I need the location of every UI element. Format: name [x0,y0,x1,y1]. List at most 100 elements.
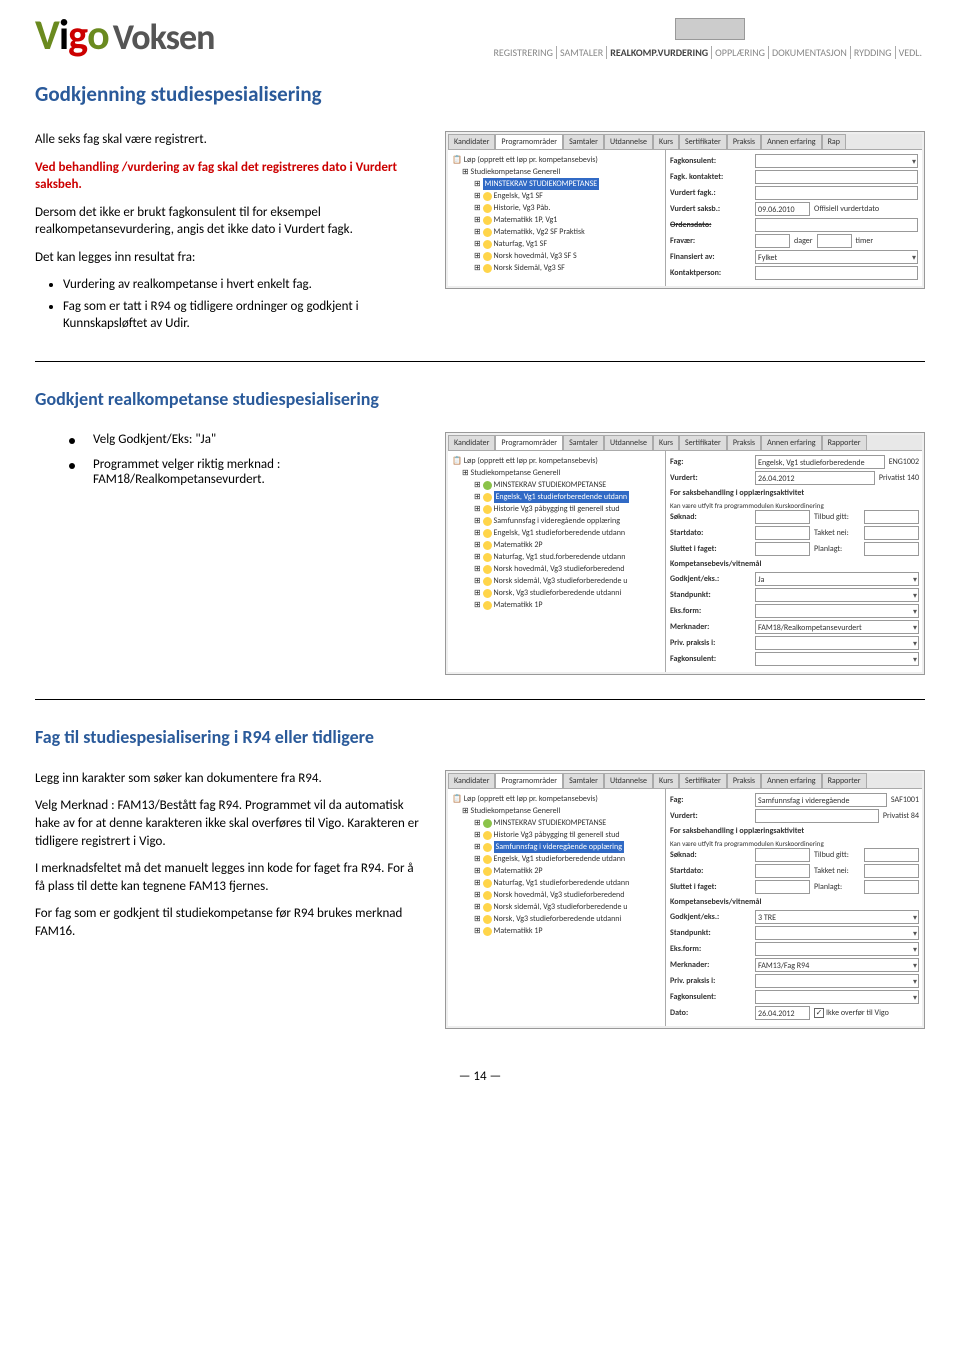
form-field[interactable] [755,604,919,618]
tab-utdannelse[interactable]: Utdannelse [604,773,653,788]
s1-p3: Dersom det ikke er brukt fagkonsulent ti… [35,204,425,239]
tab-praksis[interactable]: Praksis [727,134,761,149]
form-field[interactable]: FAM18/Realkompetansevurdert [755,620,919,634]
logo-voksen: Voksen [113,15,215,59]
tab-samtaler[interactable]: Samtaler [563,773,604,788]
breadcrumb-item: REALKOMP.VURDERING [607,46,712,59]
tab-programområder[interactable]: Programområder [495,773,563,788]
form-field[interactable] [755,926,919,940]
tab-sertifikater[interactable]: Sertifikater [679,435,727,450]
tree-root[interactable]: 📋 Løp (opprett ett løp pr. kompetansebev… [452,455,661,467]
tab-annen erfaring[interactable]: Annen erfaring [761,773,822,788]
breadcrumb-item: RYDDING [851,46,896,59]
tree-node[interactable]: ⊞ Engelsk, Vg1 studieforberedende utdann [452,491,661,503]
tab-kandidater[interactable]: Kandidater [448,435,495,450]
s3-p3: I merknadsfeltet må det manuelt legges i… [35,860,425,895]
form-field[interactable] [755,588,919,602]
tree-node[interactable]: ⊞ MINSTEKRAV STUDIEKOMPETANSE [452,817,661,829]
s1-timer[interactable] [817,234,852,248]
tab-kandidater[interactable]: Kandidater [448,773,495,788]
tree-node[interactable]: ⊞ Engelsk, Vg1 studieforberedende utdann [452,527,661,539]
tab-utdannelse[interactable]: Utdannelse [604,435,653,450]
tab-sertifikater[interactable]: Sertifikater [679,134,727,149]
tree-node[interactable]: ⊞ Matematikk 2P [452,865,661,877]
tree-node[interactable]: ⊞ Matematikk 2P [452,539,661,551]
tree-node[interactable]: ⊞ Historie Vg3 påbygging til generell st… [452,829,661,841]
tab-praksis[interactable]: Praksis [727,435,761,450]
page-number: — 14 — [35,1069,925,1084]
s1-fagkonsulent-field[interactable] [755,154,918,168]
tree-node[interactable]: ⊞ Norsk hovedmål, Vg3 studieforberedend [452,563,661,575]
s1-p4: Det kan legges inn resultat fra: [35,249,425,267]
tree-node[interactable]: ⊞ Matematikk, Vg2 SF Praktisk [452,226,661,238]
s1-finansiert[interactable]: Fylket [755,250,918,264]
tree-node[interactable]: ⊞ Norsk, Vg3 studieforberedende utdanni [452,913,661,925]
s1-p1: Alle seks fag skal være registrert. [35,131,425,149]
tree-node[interactable]: ⊞ Matematikk 1P [452,925,661,937]
tab-annen erfaring[interactable]: Annen erfaring [761,134,822,149]
tab-sertifikater[interactable]: Sertifikater [679,773,727,788]
s1-vurdert-fagk[interactable] [755,186,918,200]
tree-node[interactable]: ⊞ Naturfag, Vg1 stud.forberedende utdann [452,551,661,563]
s1-vurdert-saksb[interactable]: 09.06.2010 [755,202,810,216]
tree-node[interactable]: ⊞ Norsk sidemål, Vg3 studieforberedende … [452,901,661,913]
form-field[interactable] [755,974,919,988]
tree-node[interactable]: ⊞ MINSTEKRAV STUDIEKOMPETANSE [452,178,661,190]
tab-programområder[interactable]: Programområder [495,435,563,450]
breadcrumb: REGISTRERINGSAMTALERREALKOMP.VURDERINGOP… [214,46,925,59]
s1-ordensdato[interactable] [755,218,918,232]
tab-kurs[interactable]: Kurs [653,134,679,149]
tree-node[interactable]: ⊞ Studiekompetanse Generell [452,166,661,178]
tree-node[interactable]: ⊞ Naturfag, Vg1 studieforberedende utdan… [452,877,661,889]
s3-p4: For fag som er godkjent til studiekompet… [35,905,425,940]
tree-node[interactable]: ⊞ Samfunnsfag i videregående opplæring [452,841,661,853]
tree-node[interactable]: ⊞ Norsk hovedmål, Vg3 studieforberedend [452,889,661,901]
tree-node[interactable]: ⊞ Engelsk, Vg1 studieforberedende utdann [452,853,661,865]
form-field[interactable] [755,990,919,1004]
tab-utdannelse[interactable]: Utdannelse [604,134,653,149]
tree-node[interactable]: ⊞ Matematikk 1P [452,599,661,611]
tab-rapporter[interactable]: Rapporter [822,773,867,788]
tab-kurs[interactable]: Kurs [653,435,679,450]
tree-root[interactable]: 📋 Løp (opprett ett løp pr. kompetansebev… [452,793,661,805]
s1-fagk-kontaktet[interactable] [755,170,918,184]
tab-samtaler[interactable]: Samtaler [563,435,604,450]
form-field[interactable] [755,636,919,650]
tree-node[interactable]: ⊞ MINSTEKRAV STUDIEKOMPETANSE [452,479,661,491]
breadcrumb-item: DOKUMENTASJON [769,46,851,59]
form-field[interactable] [755,942,919,956]
tab-rapporter[interactable]: Rapporter [822,435,867,450]
tree-node[interactable]: ⊞ Historie Vg3 påbygging til generell st… [452,503,661,515]
form-field[interactable]: Ja [755,572,919,586]
tab-kandidater[interactable]: Kandidater [448,134,495,149]
tree-node[interactable]: ⊞ Naturfag, Vg1 SF [452,238,661,250]
tree-node[interactable]: ⊞ Engelsk, Vg1 SF [452,190,661,202]
tree-node[interactable]: ⊞ Norsk Sidemål, Vg3 SF [452,262,661,274]
tab-rap[interactable]: Rap [822,134,846,149]
logo-o: o [87,10,109,61]
tree-node[interactable]: ⊞ Studiekompetanse Generell [452,467,661,479]
logo-g: g [68,10,87,61]
form-field[interactable] [755,652,919,666]
tab-samtaler[interactable]: Samtaler [563,134,604,149]
tree-root[interactable]: 📋 Løp (opprett ett løp pr. kompetansebev… [452,154,661,166]
logo-i: i [59,10,68,61]
tree-node[interactable]: ⊞ Historie, Vg3 Påb. [452,202,661,214]
s1-dager[interactable] [755,234,790,248]
screenshot3: KandidaterProgramområderSamtalerUtdannel… [445,770,925,1029]
tab-programområder[interactable]: Programområder [495,134,563,149]
s1-fagkonsulent-label: Fagkonsulent: [670,156,755,166]
tree-node[interactable]: ⊞ Studiekompetanse Generell [452,805,661,817]
form-field[interactable]: 3 TRE [755,910,919,924]
tab-kurs[interactable]: Kurs [653,773,679,788]
tab-annen erfaring[interactable]: Annen erfaring [761,435,822,450]
tree-node[interactable]: ⊞ Matematikk 1P, Vg1 [452,214,661,226]
tab-praksis[interactable]: Praksis [727,773,761,788]
tree-node[interactable]: ⊞ Norsk hovedmål, Vg3 SF S [452,250,661,262]
form-field[interactable]: FAM13/Fag R94 [755,958,919,972]
tree-node[interactable]: ⊞ Samfunnsfag i videregående opplæring [452,515,661,527]
section2-title: Godkjent realkompetanse studiespesialise… [35,388,925,410]
logo-v: V [35,10,59,61]
tree-node[interactable]: ⊞ Norsk sidemål, Vg3 studieforberedende … [452,575,661,587]
tree-node[interactable]: ⊞ Norsk, Vg3 studieforberedende utdanni [452,587,661,599]
